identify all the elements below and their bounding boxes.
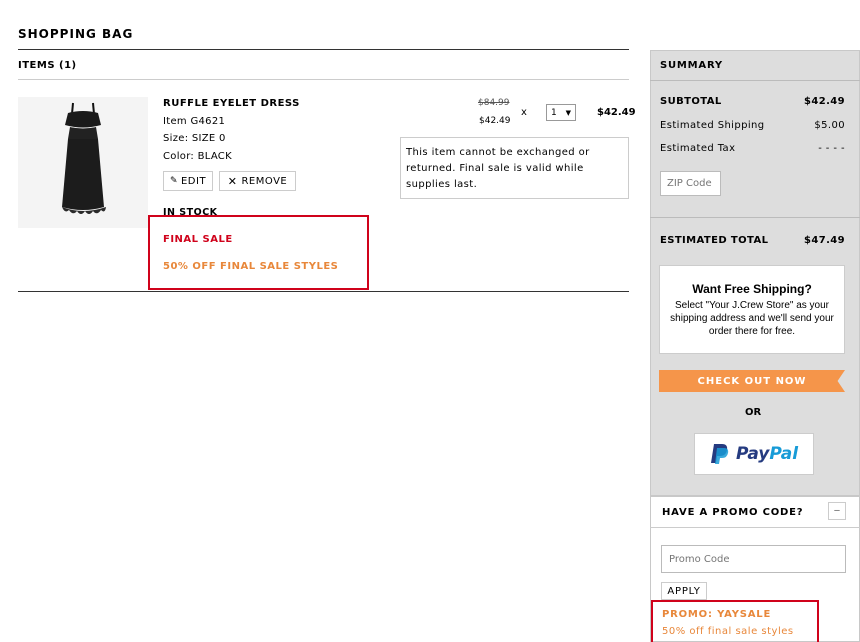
free-shipping-body: Select "Your J.Crew Store" as your shipp… [670,300,834,337]
page-title: SHOPPING BAG [18,27,134,41]
divider [18,291,629,292]
product-color: Color: BLACK [163,151,232,162]
summary-title: SUMMARY [660,60,723,71]
zip-code-input[interactable] [660,171,721,196]
free-shipping-title: Want Free Shipping? [692,282,812,296]
product-item-number: Item G4621 [163,116,226,127]
paypal-button[interactable]: PayPal [694,433,814,475]
checkout-button[interactable]: CHECK OUT NOW [659,370,845,392]
edit-button-label: EDIT [180,175,207,187]
product-image[interactable] [18,97,148,228]
collapse-toggle[interactable]: − [828,502,846,520]
divider [650,527,860,528]
final-sale-notice: This item cannot be exchanged or returne… [400,137,629,199]
free-shipping-box: Want Free Shipping? Select "Your J.Crew … [659,265,845,354]
subtotal-label: SUBTOTAL [660,96,722,107]
product-name[interactable]: RUFFLE EYELET DRESS [163,98,300,109]
product-size: Size: SIZE 0 [163,133,226,144]
divider [18,49,629,50]
highlight-box [148,215,369,290]
tax-value: - - - - [818,143,845,154]
promo-heading: HAVE A PROMO CODE? [662,507,804,518]
total-value: $47.49 [804,235,845,246]
shipping-value: $5.00 [814,120,845,131]
quantity-multiplier: x [521,107,527,118]
edit-button[interactable]: ✎ EDIT [163,171,213,191]
line-total: $42.49 [597,107,636,118]
apply-button[interactable]: APPLY [661,582,707,600]
subtotal-value: $42.49 [804,96,845,107]
divider [650,80,860,81]
paypal-icon [710,444,729,464]
original-price: $84.99 [478,98,510,108]
remove-button[interactable]: ✕ REMOVE [219,171,296,191]
pencil-icon: ✎ [169,176,178,186]
or-separator: OR [745,407,762,418]
shipping-label: Estimated Shipping [660,120,765,131]
divider [18,79,629,80]
remove-button-label: REMOVE [241,175,288,187]
sale-price: $42.49 [479,116,511,126]
quantity-value: 1 [551,107,557,118]
chevron-down-icon: ▼ [565,108,571,117]
tax-label: Estimated Tax [660,143,736,154]
paypal-wordmark: PayPal [735,444,799,464]
highlight-box [651,600,819,642]
promo-code-input[interactable] [661,545,846,573]
divider [650,217,860,218]
dress-image [18,97,148,228]
close-icon: ✕ [227,174,238,188]
items-heading: ITEMS (1) [18,60,77,71]
quantity-select[interactable]: 1 ▼ [546,104,576,121]
total-label: ESTIMATED TOTAL [660,235,769,246]
